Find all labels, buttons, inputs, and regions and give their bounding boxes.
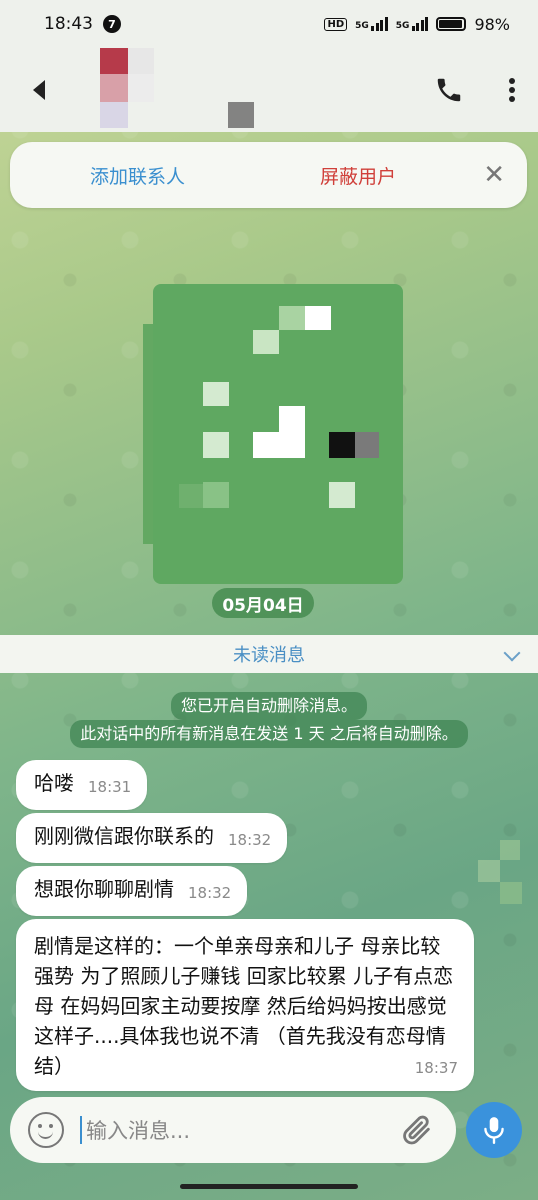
- blurred-media-message[interactable]: [143, 284, 405, 584]
- message-bubble[interactable]: 哈喽 18:31: [16, 760, 148, 810]
- more-options-icon[interactable]: [508, 77, 516, 103]
- avatar[interactable]: [100, 48, 156, 128]
- date-separator: 05月04日: [212, 588, 314, 618]
- block-user-button[interactable]: 屏蔽用户: [320, 162, 396, 189]
- add-contact-button[interactable]: 添加联系人: [90, 162, 185, 189]
- message-text: 刚刚微信跟你联系的: [34, 824, 214, 848]
- signal-icon: 5G: [355, 17, 388, 31]
- message-time: 18:31: [88, 778, 132, 796]
- blurred-area: [478, 840, 538, 920]
- signal-icon-2: 5G: [396, 17, 429, 31]
- message-bubble[interactable]: 刚刚微信跟你联系的 18:32: [16, 813, 288, 863]
- status-time: 18:43: [44, 14, 93, 34]
- microphone-button[interactable]: [466, 1102, 522, 1158]
- chevron-down-icon[interactable]: [503, 644, 521, 662]
- microphone-icon: [484, 1117, 504, 1145]
- auto-delete-notice: 您已开启自动删除消息。 此对话中的所有新消息在发送 1 天 之后将自动删除。: [0, 692, 538, 748]
- message-bubble[interactable]: 剧情是这样的：一个单亲母亲和儿子 母亲比较强势 为了照顾儿子赚钱 回家比较累 儿…: [16, 919, 474, 1091]
- unread-messages-divider[interactable]: 未读消息: [0, 635, 538, 673]
- message-input-bar[interactable]: 输入消息...: [10, 1097, 456, 1163]
- paperclip-icon[interactable]: [400, 1112, 434, 1152]
- status-bar: 18:43 7 HD 5G 5G 98%: [0, 0, 538, 48]
- notification-badge: 7: [103, 15, 121, 33]
- home-indicator[interactable]: [180, 1184, 358, 1189]
- message-time: 18:32: [228, 831, 272, 849]
- message-time: 18:32: [188, 884, 232, 902]
- message-text: 剧情是这样的：一个单亲母亲和儿子 母亲比较强势 为了照顾儿子赚钱 回家比较累 儿…: [34, 934, 454, 1078]
- unread-label: 未读消息: [233, 645, 305, 666]
- chat-header: [0, 48, 538, 132]
- auto-delete-line-1: 您已开启自动删除消息。: [170, 692, 367, 720]
- contact-name[interactable]: [228, 102, 254, 128]
- message-input[interactable]: 输入消息...: [86, 1115, 190, 1145]
- back-arrow-icon: [33, 80, 45, 100]
- contact-action-bar: 添加联系人 屏蔽用户 ✕: [10, 142, 527, 208]
- message-bubble[interactable]: 想跟你聊聊剧情 18:32: [16, 866, 248, 916]
- message-text: 想跟你聊聊剧情: [34, 877, 174, 901]
- message-time: 18:37: [414, 1059, 458, 1077]
- emoji-icon[interactable]: [28, 1112, 64, 1148]
- text-cursor: [80, 1116, 82, 1144]
- hd-icon: HD: [324, 17, 348, 31]
- battery-icon: [436, 17, 467, 31]
- battery-percent: 98%: [474, 14, 510, 34]
- phone-icon[interactable]: [434, 75, 464, 105]
- message-text: 哈喽: [34, 771, 74, 795]
- auto-delete-line-2: 此对话中的所有新消息在发送 1 天 之后将自动删除。: [70, 720, 468, 748]
- close-icon[interactable]: ✕: [483, 162, 505, 188]
- back-button[interactable]: [24, 75, 54, 105]
